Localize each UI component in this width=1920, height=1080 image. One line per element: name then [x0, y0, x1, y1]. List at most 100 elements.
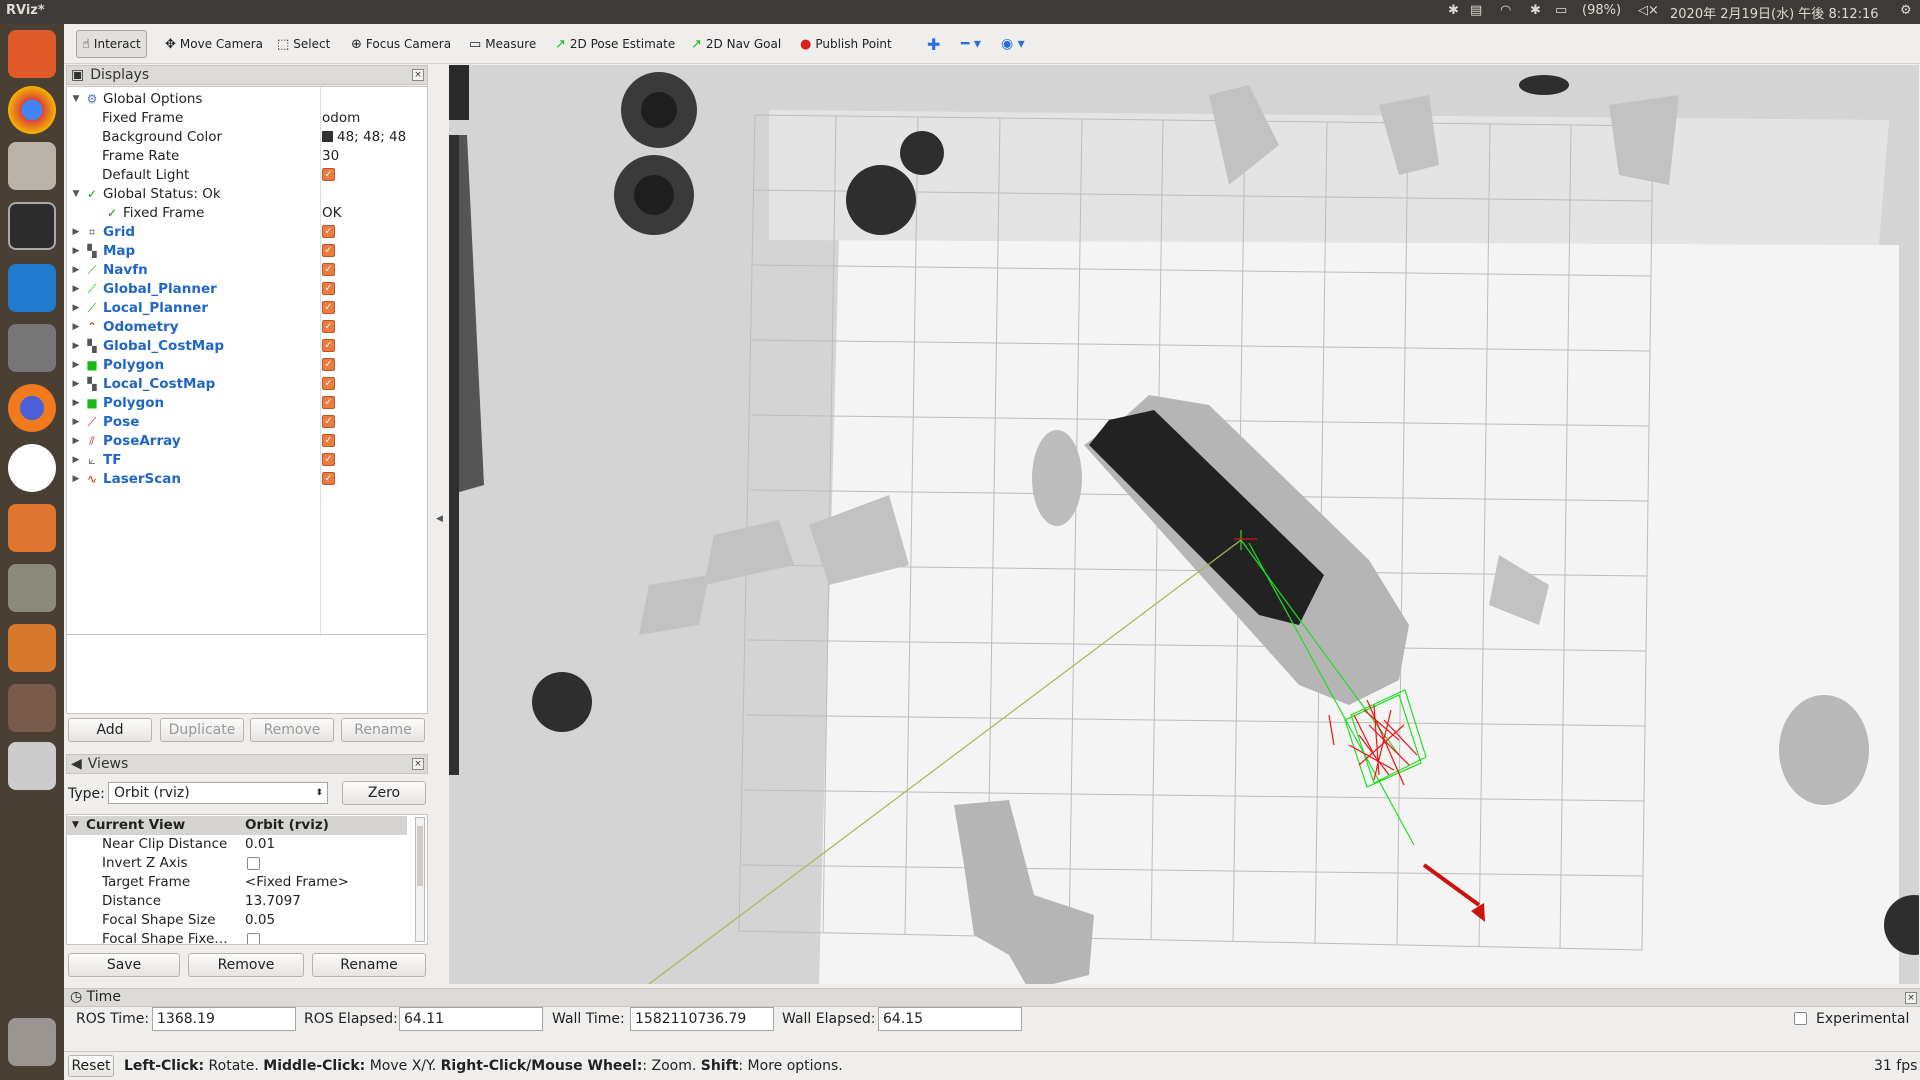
software-center-icon[interactable]	[8, 504, 56, 552]
expand-right-icon[interactable]: ▶	[70, 227, 82, 237]
default-light-checkbox[interactable]: ✓	[322, 168, 335, 181]
invert-z-checkbox[interactable]	[247, 857, 260, 870]
display-item-local-planner[interactable]: ▶ ⟋ Local_Planner ✓	[67, 298, 427, 317]
rename-display-button[interactable]: Rename	[341, 718, 425, 742]
nav-goal-tool[interactable]: ↗ 2D Nav Goal	[686, 30, 786, 58]
tree-row-global-status[interactable]: ▼ ✓ Global Status: Ok	[67, 184, 427, 203]
expand-right-icon[interactable]: ▶	[70, 322, 82, 332]
view-prop-row[interactable]: Target Frame <Fixed Frame>	[67, 873, 407, 892]
drive-icon[interactable]	[8, 742, 56, 790]
pose-estimate-tool[interactable]: ↗ 2D Pose Estimate	[550, 30, 680, 58]
expand-right-icon[interactable]: ▶	[70, 284, 82, 294]
display-item-polygon[interactable]: ▶ ■ Polygon ✓	[67, 393, 427, 412]
color-swatch[interactable]	[322, 131, 333, 142]
fixed-frame-value[interactable]: odom	[322, 110, 360, 126]
display-item-map[interactable]: ▶ ▚ Map ✓	[67, 241, 427, 260]
display-enabled-checkbox[interactable]: ✓	[322, 472, 335, 485]
expand-right-icon[interactable]: ▶	[70, 265, 82, 275]
background-color-value[interactable]: 48; 48; 48	[337, 129, 406, 145]
ros-time-field[interactable]: 1368.19	[152, 1007, 296, 1031]
workspace-icon[interactable]	[8, 684, 56, 732]
interact-tool[interactable]: ☝ Interact	[76, 30, 147, 58]
focal-shape-fixed-checkbox[interactable]	[247, 933, 260, 944]
display-enabled-checkbox[interactable]: ✓	[322, 358, 335, 371]
scrollbar[interactable]	[415, 817, 425, 942]
close-icon[interactable]: ×	[412, 69, 424, 81]
display-item-navfn[interactable]: ▶ ⟋ Navfn ✓	[67, 260, 427, 279]
display-item-polygon[interactable]: ▶ ■ Polygon ✓	[67, 355, 427, 374]
files-icon[interactable]	[8, 142, 56, 190]
bluetooth-tray-icon[interactable]: ✱	[1530, 3, 1541, 18]
display-item-grid[interactable]: ▶ ⌗ Grid ✓	[67, 222, 427, 241]
slack-icon[interactable]	[8, 444, 56, 492]
view-prop-row[interactable]: Focal Shape Fixe…	[67, 930, 407, 944]
view-prop-row[interactable]: Invert Z Axis	[67, 854, 407, 873]
terminal-icon[interactable]	[8, 202, 56, 250]
display-enabled-checkbox[interactable]: ✓	[322, 301, 335, 314]
wall-time-field[interactable]: 1582110736.79	[630, 1007, 774, 1031]
add-display-button[interactable]: Add	[68, 718, 152, 742]
display-enabled-checkbox[interactable]: ✓	[322, 396, 335, 409]
display-item-laserscan[interactable]: ▶ ∿ LaserScan ✓	[67, 469, 427, 488]
expand-down-icon[interactable]: ▼	[70, 94, 82, 104]
display-item-local-costmap[interactable]: ▶ ▚ Local_CostMap ✓	[67, 374, 427, 393]
display-enabled-checkbox[interactable]: ✓	[322, 320, 335, 333]
remove-tool-icon[interactable]: ━ ▾	[956, 30, 986, 58]
display-enabled-checkbox[interactable]: ✓	[322, 244, 335, 257]
clock[interactable]: 2020年 2月19日(水) 午後 8:12:16	[1670, 3, 1879, 22]
view-prop-row[interactable]: Focal Shape Size 0.05	[67, 911, 407, 930]
display-enabled-checkbox[interactable]: ✓	[322, 282, 335, 295]
remove-view-button[interactable]: Remove	[188, 953, 304, 977]
display-enabled-checkbox[interactable]: ✓	[322, 339, 335, 352]
chrome-icon[interactable]	[8, 86, 56, 134]
power-icon[interactable]: ⚙	[1900, 3, 1912, 18]
tree-row-fixed-frame[interactable]: Fixed Frame odom	[67, 108, 427, 127]
tree-row-status-fixed-frame[interactable]: ✓ Fixed Frame OK	[67, 203, 427, 222]
view-prop-value[interactable]: 13.7097	[245, 893, 301, 909]
view-prop-value[interactable]: 0.05	[245, 912, 275, 928]
display-item-posearray[interactable]: ▶ ⫽ PoseArray ✓	[67, 431, 427, 450]
expand-right-icon[interactable]: ▶	[70, 417, 82, 427]
tree-row-global-options[interactable]: ▼ ⚙ Global Options	[67, 89, 427, 108]
display-enabled-checkbox[interactable]: ✓	[322, 225, 335, 238]
close-icon[interactable]: ×	[1905, 992, 1917, 1004]
expand-right-icon[interactable]: ▶	[70, 360, 82, 370]
tree-row-background-color[interactable]: Background Color 48; 48; 48	[67, 127, 427, 146]
display-enabled-checkbox[interactable]: ✓	[322, 434, 335, 447]
view-type-select[interactable]: Orbit (rviz) ⬍	[108, 782, 328, 804]
experimental-checkbox[interactable]	[1794, 1012, 1807, 1025]
view-menu-icon[interactable]: ◉ ▾	[996, 30, 1030, 58]
rename-view-button[interactable]: Rename	[312, 953, 426, 977]
expand-right-icon[interactable]: ▶	[70, 379, 82, 389]
keyboard-icon[interactable]: ▤	[1470, 3, 1482, 18]
expand-right-icon[interactable]: ▶	[70, 341, 82, 351]
wifi-icon[interactable]: ◠	[1500, 3, 1511, 18]
measure-tool[interactable]: ▭ Measure	[464, 30, 541, 58]
vscode-icon[interactable]	[8, 264, 56, 312]
save-view-button[interactable]: Save	[68, 953, 180, 977]
ros-elapsed-field[interactable]: 64.11	[399, 1007, 543, 1031]
remove-display-button[interactable]: Remove	[250, 718, 334, 742]
zero-button[interactable]: Zero	[342, 781, 426, 805]
display-item-global-planner[interactable]: ▶ ⟋ Global_Planner ✓	[67, 279, 427, 298]
ubuntu-dash-icon[interactable]	[8, 30, 56, 78]
publish-point-tool[interactable]: ● Publish Point	[795, 30, 897, 58]
move-camera-tool[interactable]: ✥ Move Camera	[160, 30, 268, 58]
display-enabled-checkbox[interactable]: ✓	[322, 263, 335, 276]
reset-button[interactable]: Reset	[68, 1055, 114, 1077]
display-item-tf[interactable]: ▶ ⟀ TF ✓	[67, 450, 427, 469]
close-icon[interactable]: ×	[412, 758, 424, 770]
expand-down-icon[interactable]: ▼	[70, 189, 82, 199]
view-prop-row[interactable]: Distance 13.7097	[67, 892, 407, 911]
display-enabled-checkbox[interactable]: ✓	[322, 415, 335, 428]
current-view-row[interactable]: ▼ Current View Orbit (rviz)	[67, 816, 407, 835]
display-enabled-checkbox[interactable]: ✓	[322, 377, 335, 390]
expand-right-icon[interactable]: ▶	[70, 246, 82, 256]
wall-elapsed-field[interactable]: 64.15	[878, 1007, 1022, 1031]
add-tool-icon[interactable]: ✚	[922, 30, 945, 58]
settings-icon[interactable]	[8, 324, 56, 372]
rviz-icon[interactable]	[8, 624, 56, 672]
view-prop-value[interactable]: 0.01	[245, 836, 275, 852]
trash-icon[interactable]	[8, 1018, 56, 1066]
focus-camera-tool[interactable]: ⊕ Focus Camera	[346, 30, 456, 58]
